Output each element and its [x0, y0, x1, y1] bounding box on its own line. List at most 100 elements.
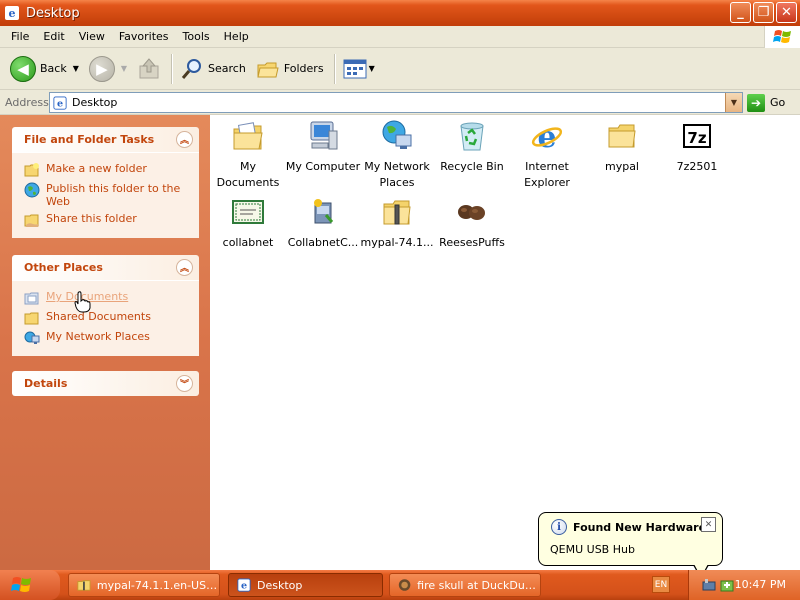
toolbar-separator: [171, 53, 173, 84]
collapse-up-icon[interactable]: ︽: [176, 259, 193, 276]
menu-bar: File Edit View Favorites Tools Help: [0, 26, 800, 48]
new-folder-icon: [24, 163, 39, 177]
zip-folder-icon: [77, 580, 91, 591]
image-file-icon: [458, 205, 485, 220]
back-button[interactable]: ◀ Back ▼: [6, 51, 83, 87]
globe-icon: [24, 182, 40, 198]
taskbar-button-label: Desktop: [257, 578, 303, 592]
my-documents-icon: [233, 122, 263, 150]
start-button[interactable]: [0, 570, 60, 600]
expand-down-icon[interactable]: ︾: [176, 375, 193, 392]
desktop-icon-my-computer[interactable]: My Computer: [285, 119, 361, 175]
address-dropdown-icon[interactable]: ▼: [725, 93, 742, 112]
balloon-close-button[interactable]: ✕: [701, 517, 716, 532]
menu-view[interactable]: View: [72, 26, 112, 48]
menu-help[interactable]: Help: [217, 26, 256, 48]
desktop-icon-mypal[interactable]: mypal: [584, 119, 660, 175]
network-places-icon: [382, 120, 412, 149]
hardware-notification-balloon[interactable]: i Found New Hardware QEMU USB Hub ✕: [538, 512, 723, 579]
file-folder-tasks-header[interactable]: File and Folder Tasks ︽: [12, 127, 199, 152]
address-input[interactable]: e Desktop ▼: [49, 92, 743, 113]
share-folder-task[interactable]: Share this folder: [24, 212, 199, 228]
close-button[interactable]: ✕: [776, 2, 797, 23]
system-tray: 10:47 PM: [688, 570, 800, 600]
restore-button[interactable]: ❐: [753, 2, 774, 23]
desktop-icon-my-network-places[interactable]: My Network Places: [359, 119, 435, 191]
my-documents-icon: [24, 292, 39, 305]
icon-label: My Network Places: [364, 160, 430, 189]
zip-folder-icon: [383, 200, 411, 225]
forward-arrow-icon: ▶: [88, 55, 115, 82]
folders-button[interactable]: Folders: [252, 51, 328, 87]
svg-text:7z: 7z: [687, 129, 706, 147]
desktop-icon-mypal-zip[interactable]: mypal-74.1...: [359, 195, 435, 251]
icon-label: Recycle Bin: [440, 160, 504, 173]
my-network-places-link[interactable]: My Network Places: [24, 330, 199, 346]
internet-explorer-icon: e: [531, 120, 563, 153]
title-bar[interactable]: e Desktop _ ❐ ✕: [0, 0, 800, 26]
balloon-title: Found New Hardware: [573, 521, 707, 534]
views-dropdown-icon[interactable]: ▼: [369, 64, 375, 73]
safely-remove-icon[interactable]: [719, 577, 735, 593]
menu-file[interactable]: File: [4, 26, 36, 48]
desktop-icon-reesespuffs[interactable]: ReesesPuffs: [434, 195, 510, 251]
taskbar-button-desktop[interactable]: e Desktop: [228, 573, 383, 597]
taskbar-button-duckduckgo[interactable]: fire skull at DuckDuck...: [389, 573, 541, 597]
back-dropdown-icon[interactable]: ▼: [73, 64, 79, 73]
views-button[interactable]: ▼: [339, 51, 379, 87]
other-places-header[interactable]: Other Places ︽: [12, 255, 199, 280]
desktop-icon-recycle-bin[interactable]: Recycle Bin: [434, 119, 510, 175]
folder-view: My Documents My Computer My Network Plac…: [210, 115, 800, 570]
hardware-icon[interactable]: [701, 577, 717, 593]
icon-label: ReesesPuffs: [439, 236, 505, 249]
collapse-up-icon[interactable]: ︽: [176, 131, 193, 148]
back-arrow-icon: ◀: [10, 55, 36, 82]
desktop-icon-collabnet[interactable]: collabnet: [210, 195, 286, 251]
make-new-folder-task[interactable]: Make a new folder: [24, 162, 199, 178]
desktop-icon-my-documents[interactable]: My Documents: [210, 119, 286, 191]
toolbar-separator: [333, 53, 335, 84]
task-label: Share this folder: [46, 212, 137, 225]
recycle-bin-icon: [460, 122, 484, 151]
menu-favorites[interactable]: Favorites: [112, 26, 176, 48]
menu-edit[interactable]: Edit: [36, 26, 71, 48]
forward-button[interactable]: ▶ ▼: [85, 51, 131, 87]
info-icon: i: [551, 519, 567, 535]
details-header[interactable]: Details ︾: [12, 371, 199, 396]
search-button[interactable]: Search: [176, 51, 250, 87]
svg-text:e: e: [241, 581, 247, 592]
svg-text:e: e: [9, 7, 16, 20]
icon-label: collabnet: [222, 236, 274, 249]
publish-folder-task[interactable]: Publish this folder to the Web: [24, 182, 199, 208]
share-folder-icon: [24, 214, 39, 227]
taskbar: mypal-74.1.1.en-US.... e Desktop fire sk…: [0, 570, 800, 600]
minimize-button[interactable]: _: [730, 2, 751, 23]
menu-tools[interactable]: Tools: [176, 26, 217, 48]
installer-icon: [314, 199, 334, 224]
desktop-icon-internet-explorer[interactable]: e Internet Explorer: [509, 119, 585, 191]
language-indicator[interactable]: EN: [652, 576, 670, 593]
taskbar-button-mypal[interactable]: mypal-74.1.1.en-US....: [68, 573, 220, 597]
address-label: Address: [5, 95, 49, 109]
icon-label: mypal-74.1...: [360, 236, 434, 249]
icon-label: CollabnetC...: [287, 236, 359, 249]
desktop-icon-collabnetc[interactable]: CollabnetC...: [285, 195, 361, 251]
windows-logo-icon: [764, 26, 800, 48]
task-label: Shared Documents: [46, 310, 151, 323]
browser-icon: [398, 579, 411, 591]
icon-label: mypal: [604, 160, 639, 173]
folders-icon: [257, 62, 279, 77]
my-documents-link[interactable]: My Documents: [24, 290, 199, 306]
forward-dropdown-icon[interactable]: ▼: [121, 64, 127, 73]
svg-text:e: e: [57, 98, 63, 109]
up-button[interactable]: [133, 51, 165, 87]
panel-title: Details: [24, 377, 68, 390]
go-button[interactable]: ➔ Go: [747, 92, 785, 113]
balloon-message: QEMU USB Hub: [550, 543, 635, 556]
desktop-icon-7z2501[interactable]: 7z 7z2501: [659, 119, 735, 175]
shared-documents-link[interactable]: Shared Documents: [24, 310, 199, 326]
icon-label: My Computer: [285, 160, 361, 173]
toolbar: ◀ Back ▼ ▶ ▼ Search Folders ▼: [0, 48, 800, 90]
clock[interactable]: 10:47 PM: [735, 578, 786, 591]
details-panel: Details ︾: [12, 371, 199, 396]
